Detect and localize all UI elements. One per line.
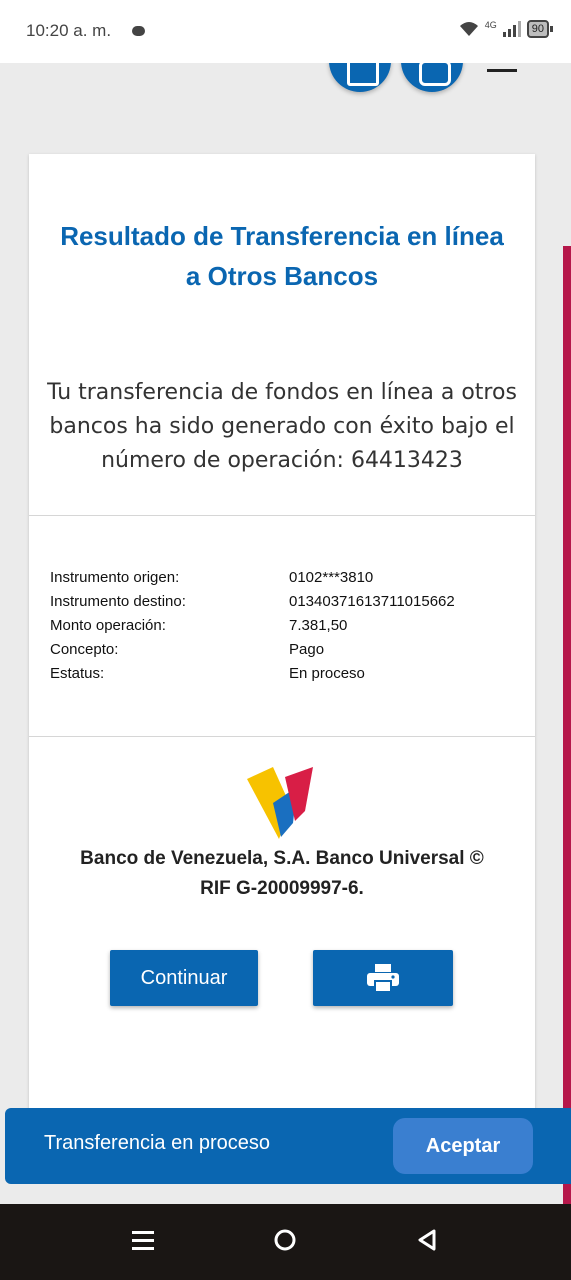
detail-value: En proceso xyxy=(289,665,365,682)
detail-row: Concepto: Pago xyxy=(50,638,520,662)
page-title: Resultado de Transferencia en línea a Ot… xyxy=(60,221,504,291)
detail-label: Monto operación: xyxy=(50,617,166,634)
detail-value: 7.381,50 xyxy=(289,617,348,634)
result-card: Resultado de Transferencia en línea a Ot… xyxy=(29,154,535,1154)
result-message: Tu transferencia de fondos en línea a ot… xyxy=(47,380,517,473)
divider xyxy=(29,736,535,737)
detail-value: 0102***3810 xyxy=(289,569,374,586)
transfer-details: Instrumento origen: 0102***3810 Instrume… xyxy=(50,566,520,686)
printer-icon xyxy=(367,964,399,993)
detail-label: Instrumento origen: xyxy=(50,569,180,586)
divider xyxy=(29,515,535,516)
snackbar-message: Transferencia en proceso xyxy=(44,1132,271,1154)
detail-label: Instrumento destino: xyxy=(50,593,186,610)
status-time: 10:20 a. m. xyxy=(26,21,112,40)
detail-row: Instrumento origen: 0102***3810 xyxy=(50,566,520,590)
wifi-icon xyxy=(459,22,478,36)
accept-button[interactable]: Aceptar xyxy=(393,1118,533,1174)
menu-icon[interactable] xyxy=(487,69,517,72)
continue-button[interactable]: Continuar xyxy=(110,950,258,1006)
network-type: 4G xyxy=(484,20,497,30)
detail-label: Concepto: xyxy=(50,641,119,658)
home-icon[interactable] xyxy=(273,1228,297,1252)
detail-label: Estatus: xyxy=(50,665,105,682)
battery-level: 90 xyxy=(531,23,544,35)
detail-value: 01340371613711015662 xyxy=(289,593,455,610)
status-bar: 10:20 a. m. 4G 90 xyxy=(0,0,571,63)
detail-row: Estatus: En proceso xyxy=(50,662,520,686)
print-button[interactable] xyxy=(313,950,453,1006)
battery-icon: 90 xyxy=(526,20,554,38)
snackbar: Transferencia en proceso Aceptar xyxy=(5,1108,571,1184)
bank-rif: RIF G-20009997-6. xyxy=(200,878,364,899)
chat-notification-icon xyxy=(132,26,145,36)
bank-logo xyxy=(247,767,313,839)
back-icon[interactable] xyxy=(416,1228,438,1252)
status-indicators: 4G 90 xyxy=(459,20,554,38)
bank-name: Banco de Venezuela, S.A. Banco Universal… xyxy=(80,848,484,869)
recent-apps-icon[interactable] xyxy=(131,1228,155,1252)
detail-row: Instrumento destino: 0134037161371101566… xyxy=(50,590,520,614)
detail-row: Monto operación: 7.381,50 xyxy=(50,614,520,638)
signal-icon xyxy=(502,21,521,37)
system-navigation-bar xyxy=(0,1204,571,1280)
detail-value: Pago xyxy=(289,641,325,658)
side-accent-bar xyxy=(563,246,571,1206)
bank-info: Banco de Venezuela, S.A. Banco Universal… xyxy=(39,844,525,904)
